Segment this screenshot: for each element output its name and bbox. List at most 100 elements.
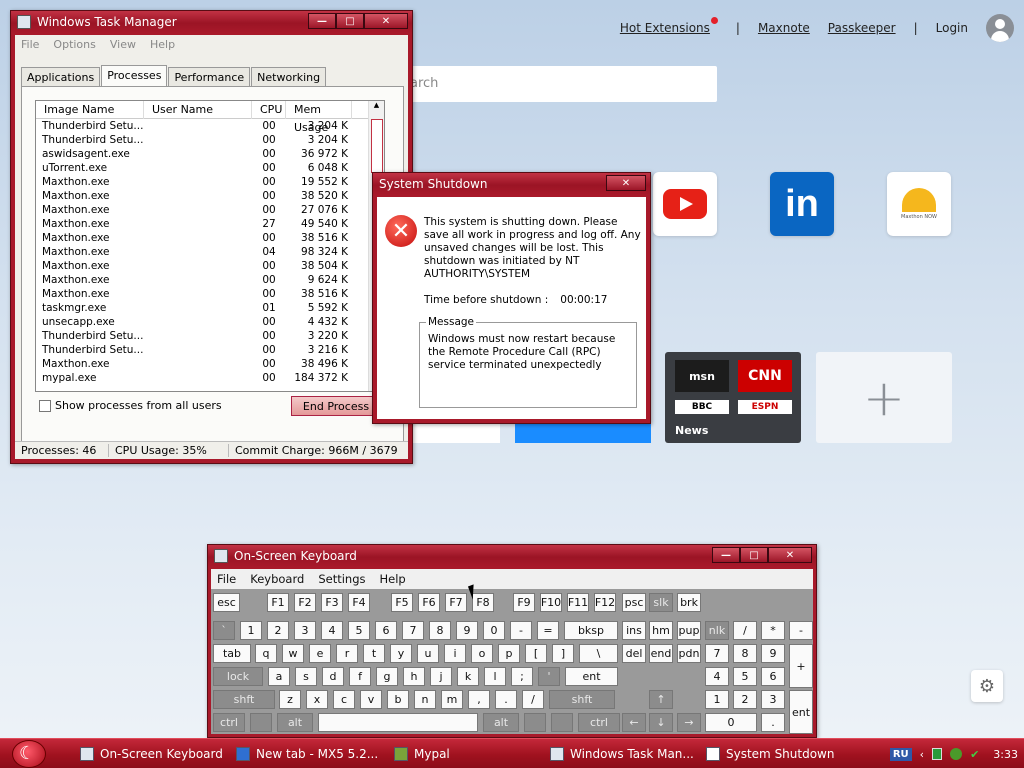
keyboard-key[interactable]: g: [376, 667, 398, 686]
keyboard-key[interactable]: lock: [213, 667, 263, 686]
table-row[interactable]: Maxthon.exe 00 38 504 K: [36, 259, 384, 273]
table-row[interactable]: Thunderbird Setu... 00 3 204 K: [36, 133, 384, 147]
keyboard-key[interactable]: /: [522, 690, 544, 709]
keyboard-key[interactable]: ←: [622, 713, 646, 732]
keyboard-key[interactable]: s: [295, 667, 317, 686]
table-row[interactable]: Maxthon.exe 00 38 520 K: [36, 189, 384, 203]
keyboard-key[interactable]: 0: [483, 621, 505, 640]
maxnote-link[interactable]: Maxnote: [758, 21, 810, 35]
keyboard-key[interactable]: z: [279, 690, 301, 709]
keyboard-key[interactable]: 4: [705, 667, 729, 686]
column-mem-usage[interactable]: Mem Usage: [286, 101, 352, 134]
keyboard-key[interactable]: 3: [761, 690, 785, 709]
keyboard-key[interactable]: end: [649, 644, 673, 663]
network-icon[interactable]: [932, 748, 943, 760]
keyboard-key[interactable]: psc: [622, 593, 646, 612]
keyboard-key[interactable]: F10: [540, 593, 562, 612]
column-cpu[interactable]: CPU: [252, 101, 286, 119]
keyboard-key[interactable]: q: [255, 644, 277, 663]
menu-file[interactable]: File: [217, 572, 236, 586]
keyboard-key[interactable]: [551, 713, 573, 732]
keyboard-key[interactable]: esc: [213, 593, 240, 612]
keyboard-key[interactable]: l: [484, 667, 506, 686]
start-button[interactable]: [12, 740, 46, 768]
keyboard-key[interactable]: F12: [594, 593, 616, 612]
keyboard-key[interactable]: 5: [348, 621, 370, 640]
keyboard-key[interactable]: f: [349, 667, 371, 686]
keyboard-key[interactable]: F1: [267, 593, 289, 612]
table-row[interactable]: Maxthon.exe 00 38 496 K: [36, 357, 384, 371]
keyboard-key[interactable]: ctrl: [578, 713, 620, 732]
passkeeper-link[interactable]: Passkeeper: [828, 21, 896, 35]
keyboard-key[interactable]: 8: [733, 644, 757, 663]
keyboard-key[interactable]: →: [677, 713, 701, 732]
keyboard-key[interactable]: x: [306, 690, 328, 709]
keyboard-key[interactable]: F4: [348, 593, 370, 612]
keyboard-key[interactable]: 4: [321, 621, 343, 640]
keyboard-key[interactable]: [: [525, 644, 547, 663]
keyboard-key[interactable]: n: [414, 690, 436, 709]
keyboard-key[interactable]: alt: [277, 713, 313, 732]
minimize-button[interactable]: —: [308, 13, 336, 29]
checkbox-box[interactable]: [39, 399, 51, 412]
keyboard-key[interactable]: 7: [705, 644, 729, 663]
keyboard-key[interactable]: *: [761, 621, 785, 640]
keyboard-key[interactable]: F7: [445, 593, 467, 612]
close-button[interactable]: ✕: [364, 13, 408, 29]
end-process-button[interactable]: End Process: [291, 396, 381, 416]
keyboard-key[interactable]: 7: [402, 621, 424, 640]
language-indicator[interactable]: RU: [889, 747, 912, 761]
keyboard-key[interactable]: F6: [418, 593, 440, 612]
keyboard-key[interactable]: ent: [789, 690, 813, 734]
keyboard-key[interactable]: ': [538, 667, 560, 686]
menu-help[interactable]: Help: [379, 572, 405, 586]
keyboard-key[interactable]: ,: [468, 690, 490, 709]
scroll-up-icon[interactable]: ▲: [369, 101, 384, 109]
taskbar-item-mypal[interactable]: Mypal: [390, 742, 450, 766]
keyboard-key[interactable]: ]: [552, 644, 574, 663]
keyboard-key[interactable]: 6: [761, 667, 785, 686]
keyboard-key[interactable]: v: [360, 690, 382, 709]
table-row[interactable]: uTorrent.exe 00 6 048 K: [36, 161, 384, 175]
menu-help[interactable]: Help: [150, 38, 175, 51]
keyboard-key[interactable]: 9: [456, 621, 478, 640]
hot-extensions-link[interactable]: Hot Extensions: [620, 21, 710, 35]
keyboard-key[interactable]: F2: [294, 593, 316, 612]
keyboard-key[interactable]: shft: [549, 690, 615, 709]
keyboard-key[interactable]: -: [789, 621, 813, 640]
table-row[interactable]: aswidsagent.exe 00 36 972 K: [36, 147, 384, 161]
keyboard-key[interactable]: /: [733, 621, 757, 640]
chevron-left-icon[interactable]: ‹: [920, 748, 924, 761]
keyboard-key[interactable]: r: [336, 644, 358, 663]
keyboard-key[interactable]: alt: [483, 713, 519, 732]
keyboard-key[interactable]: h: [403, 667, 425, 686]
keyboard-key[interactable]: \: [579, 644, 618, 663]
checkmark-icon[interactable]: ✔: [970, 748, 979, 761]
keyboard-key[interactable]: del: [622, 644, 646, 663]
keyboard-key[interactable]: c: [333, 690, 355, 709]
task-manager-titlebar[interactable]: Windows Task Manager — □ ✕: [11, 11, 412, 33]
keyboard-key[interactable]: F3: [321, 593, 343, 612]
keyboard-key[interactable]: slk: [649, 593, 673, 612]
search-input[interactable]: arch: [400, 66, 717, 102]
keyboard-key[interactable]: -: [510, 621, 532, 640]
minimize-button[interactable]: —: [712, 547, 740, 563]
tab-processes[interactable]: Processes: [101, 65, 168, 87]
speed-dial-tile[interactable]: [515, 424, 651, 443]
table-row[interactable]: mypal.exe 00 184 372 K: [36, 371, 384, 385]
menu-view[interactable]: View: [110, 38, 136, 51]
keyboard-key[interactable]: ins: [622, 621, 646, 640]
youtube-tile[interactable]: [653, 172, 717, 236]
close-button[interactable]: ✕: [768, 547, 812, 563]
keyboard-key[interactable]: 2: [267, 621, 289, 640]
keyboard-key[interactable]: ent: [565, 667, 618, 686]
menu-keyboard[interactable]: Keyboard: [250, 572, 304, 586]
keyboard-key[interactable]: 1: [240, 621, 262, 640]
tab-networking[interactable]: Networking: [251, 67, 327, 87]
maximize-button[interactable]: □: [740, 547, 768, 563]
table-row[interactable]: Maxthon.exe 27 49 540 K: [36, 217, 384, 231]
keyboard-key[interactable]: 9: [761, 644, 785, 663]
keyboard-key[interactable]: .: [495, 690, 517, 709]
keyboard-key[interactable]: tab: [213, 644, 251, 663]
keyboard-key[interactable]: a: [268, 667, 290, 686]
